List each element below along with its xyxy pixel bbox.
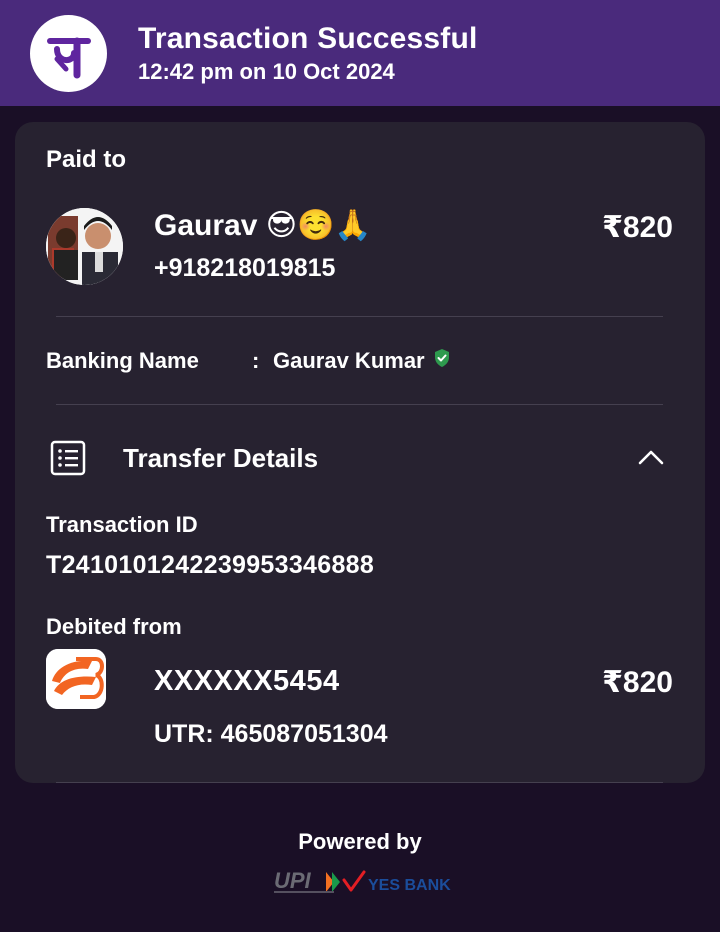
svg-text:UPI: UPI: [274, 868, 312, 893]
page-title: Transaction Successful: [138, 22, 478, 55]
debited-from-label: Debited from: [46, 614, 182, 639]
divider: [56, 782, 663, 783]
bank-of-baroda-logo: [46, 649, 106, 709]
transfer-details-title[interactable]: Transfer Details: [123, 443, 318, 474]
header-bar: Transaction Successful 12:42 pm on 10 Oc…: [0, 0, 720, 106]
banking-name-label: Banking Name: [46, 348, 199, 373]
account-number: XXXXXX5454: [154, 665, 340, 697]
verified-shield-icon: [433, 348, 451, 374]
svg-text:YES BANK: YES BANK: [368, 877, 451, 894]
chevron-up-icon[interactable]: [637, 447, 665, 467]
transaction-id-label: Transaction ID: [46, 512, 198, 537]
avatar[interactable]: [46, 208, 123, 285]
divider: [56, 316, 663, 317]
banking-name-row: Gaurav Kumar: [273, 348, 451, 374]
powered-by-label: Powered by: [298, 829, 422, 854]
paid-to-label: Paid to: [46, 146, 127, 173]
upi-logo: UPI: [274, 868, 340, 893]
banking-name-value: Gaurav Kumar: [273, 348, 425, 373]
phonepe-logo-icon: [30, 15, 107, 92]
transaction-id-value[interactable]: T2410101242239953346888: [46, 551, 374, 580]
transaction-timestamp: 12:42 pm on 10 Oct 2024: [138, 59, 395, 84]
transaction-card: Paid to Gaurav 😎☺️🙏 +918218019815 ₹820 B…: [15, 122, 705, 783]
banking-name-separator: :: [252, 348, 260, 373]
utr-number[interactable]: UTR: 465087051304: [154, 720, 388, 749]
payee-name: Gaurav 😎☺️🙏: [154, 209, 372, 242]
divider: [56, 404, 663, 405]
paid-amount: ₹820: [602, 211, 673, 244]
yes-bank-logo: YES BANK: [342, 870, 451, 894]
payee-phone: +918218019815: [154, 254, 336, 282]
list-document-icon: [50, 440, 86, 476]
partner-logos: UPI YES BANK: [274, 868, 454, 896]
debited-amount: ₹820: [602, 666, 673, 699]
